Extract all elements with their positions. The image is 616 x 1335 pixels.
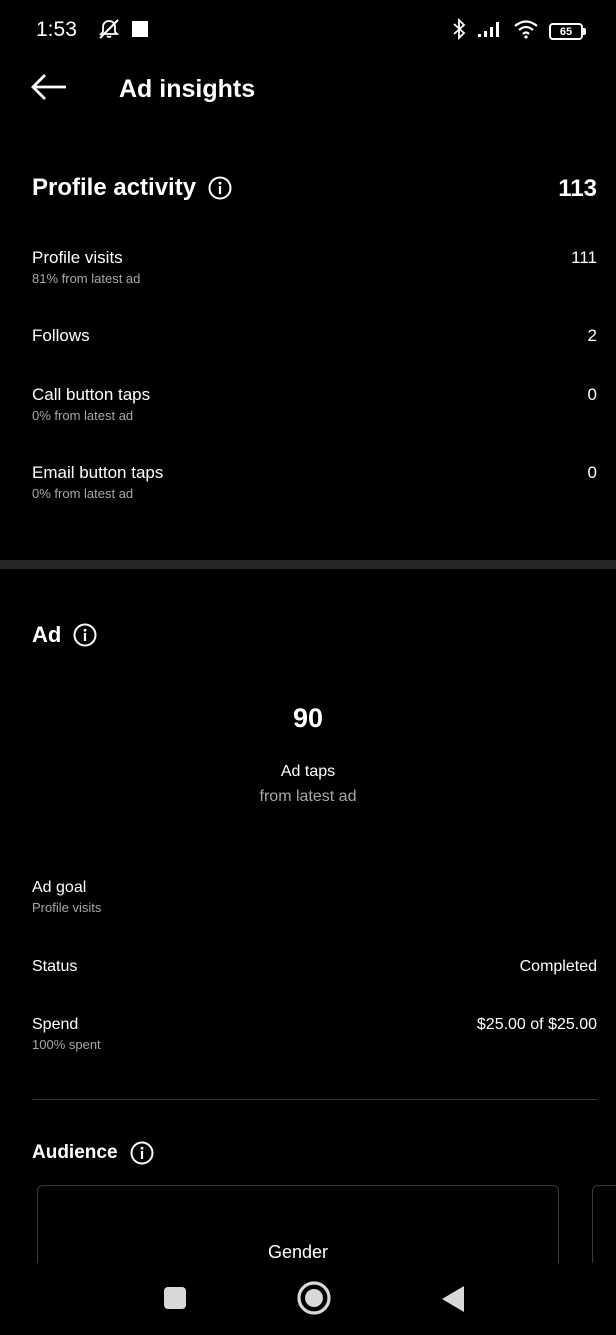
list-item-spend: Spend 100% spent $25.00 of $25.00	[32, 1016, 597, 1052]
card-title: Gender	[267, 1242, 329, 1262]
header: Ad insights	[0, 62, 616, 116]
arrow-left-icon	[30, 73, 68, 106]
info-icon[interactable]	[208, 176, 232, 200]
signal-icon	[477, 20, 503, 43]
stop-icon	[131, 20, 149, 43]
home-circle-icon	[296, 1280, 332, 1321]
info-icon[interactable]	[73, 623, 97, 647]
ad-section-title: Ad	[32, 622, 97, 648]
recents-button[interactable]	[162, 1286, 188, 1315]
list-item-profile-visits[interactable]: Profile visits 81% from latest ad 111	[32, 248, 597, 286]
list-item-ad-goal: Ad goal Profile visits	[32, 879, 102, 915]
list-item-status: Status Completed	[32, 958, 597, 975]
section-divider	[0, 560, 616, 569]
ad-taps-label: Ad taps	[280, 763, 336, 780]
page-title: Ad insights	[119, 75, 256, 103]
silent-icon	[97, 18, 121, 45]
recents-square-icon	[163, 1286, 187, 1315]
battery-icon: 65	[549, 23, 586, 40]
status-badge: Completed	[519, 958, 597, 975]
ad-taps-value: 90	[292, 703, 324, 733]
list-item-call-button-taps[interactable]: Call button taps 0% from latest ad 0	[32, 385, 597, 423]
ad-taps-sub: from latest ad	[259, 788, 357, 805]
divider	[32, 1099, 597, 1100]
list-item-follows[interactable]: Follows 2	[32, 326, 597, 346]
home-button[interactable]	[296, 1280, 332, 1321]
back-button[interactable]	[30, 72, 70, 106]
list-item-email-button-taps[interactable]: Email button taps 0% from latest ad 0	[32, 463, 597, 501]
system-nav-bar	[0, 1263, 616, 1335]
wifi-icon	[513, 19, 539, 44]
audience-title: Audience	[32, 1141, 154, 1165]
status-time: 1:53	[36, 18, 77, 41]
profile-activity-total: 113	[558, 175, 597, 202]
nav-back-button[interactable]	[440, 1285, 466, 1318]
info-icon[interactable]	[130, 1141, 154, 1165]
back-triangle-icon	[441, 1285, 465, 1318]
profile-activity-title: Profile activity	[32, 174, 232, 202]
status-bar: 1:53 65	[0, 0, 616, 62]
bluetooth-icon	[451, 17, 467, 45]
